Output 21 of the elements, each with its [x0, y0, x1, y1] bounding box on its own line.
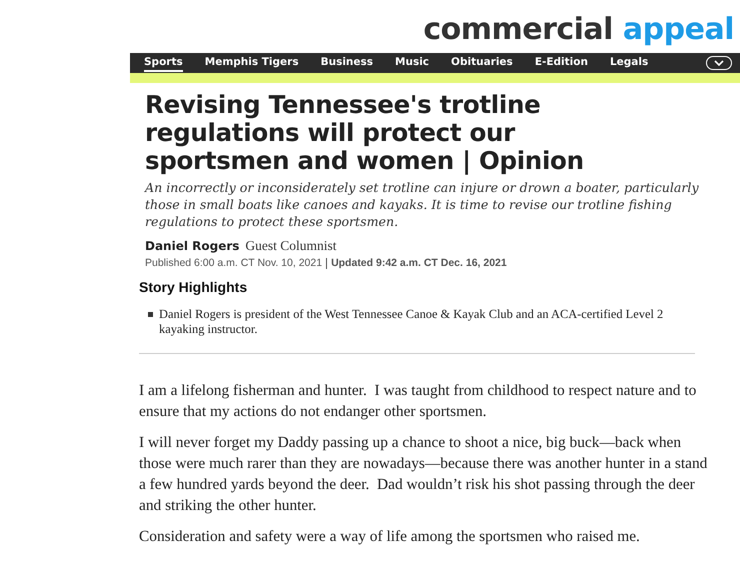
nav-tab[interactable]: E-Edition — [534, 54, 588, 72]
nav-tab[interactable]: Obituaries — [451, 54, 513, 72]
updated-date: Updated 9:42 a.m. CT Dec. 16, 2021 — [331, 257, 507, 269]
chevron-down-icon — [714, 60, 724, 66]
article-paragraph: Consideration and safety were a way of life among the sportsmen who raised me. — [139, 527, 641, 547]
highlight-text: Daniel Rogers is president of the West Tennessee Canoe & Kayak Club and an ACA-certified Level 2 kayaking instructor. — [159, 307, 664, 337]
headline: Revising Tennessee's trotline regulations will protect our sportsmen and women | Opinion — [145, 91, 585, 175]
bullet-icon — [148, 312, 153, 317]
author-role: Guest Columnist — [245, 238, 337, 254]
nav-tab[interactable]: Memphis Tigers — [204, 54, 299, 72]
author-name[interactable]: Daniel Rogers — [145, 239, 240, 253]
highlights-title: Story Highlights — [139, 279, 248, 295]
article-paragraph: I am a lifelong fisherman and hunter. I was taught from childhood to respect nature and to ensure that my actions do not endanger other sportsmen. — [139, 381, 698, 422]
summary: An incorrectly or inconsiderately set trotline can injure or drown a boater, particularly those in small boats like canoes and kayaks. It is time to revise our trotline fishing regulations to protect these sportsmen. — [145, 179, 700, 230]
published-date: Published 6:00 a.m. CT Nov. 10, 2021 — [145, 257, 322, 269]
article-paragraph: I will never forget my Daddy passing up a chance to shoot a nice, big buck—back when those were much rarer than they are nowadays—because there was another hunter in a stand a few hundred yards beyond the deer. Dad wouldn’t risk his shot passing through the deer and striking the other hunter. — [139, 433, 708, 516]
nav-tab[interactable]: Music — [395, 54, 430, 72]
logo[interactable]: commercial appeal — [423, 12, 734, 47]
nav-tab[interactable]: Legals — [610, 54, 648, 72]
nav-tab[interactable]: Business — [320, 54, 374, 72]
more-button[interactable] — [706, 56, 732, 70]
